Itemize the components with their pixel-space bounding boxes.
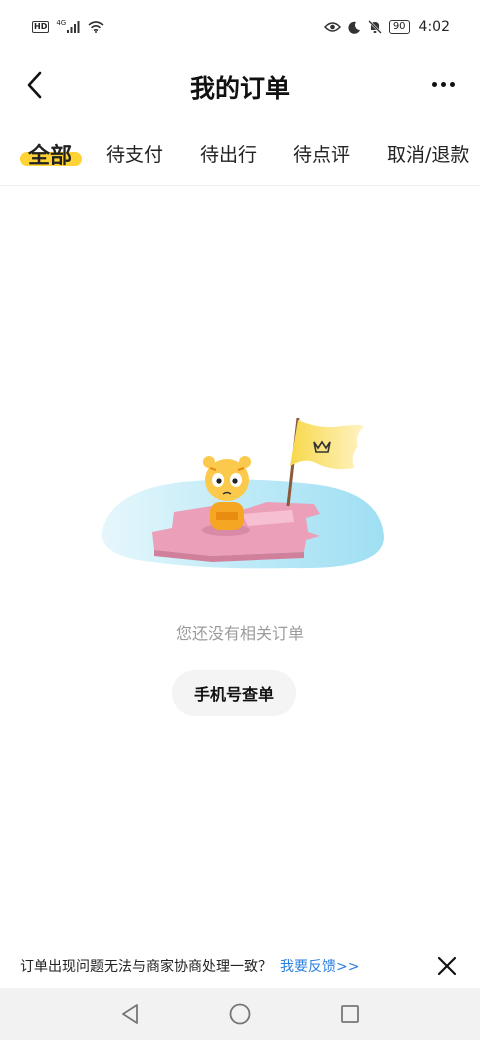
tab-pending-payment[interactable]: 待支付	[106, 140, 163, 167]
battery-icon: 90	[388, 20, 410, 34]
feedback-bar: 订单出现问题无法与商家协商处理一致？ 我要反馈>>	[0, 944, 480, 988]
more-button[interactable]	[426, 69, 460, 99]
status-bar: HD 4G 90 4:02	[0, 0, 480, 54]
moon-icon	[348, 21, 360, 34]
more-dot	[449, 81, 455, 87]
header: 我的订单	[0, 54, 480, 116]
close-feedback-button[interactable]	[436, 955, 458, 977]
hd-icon: HD	[32, 21, 50, 33]
network-label: 4G	[56, 19, 67, 27]
tab-pending-travel[interactable]: 待出行	[200, 140, 257, 167]
more-dot	[440, 81, 446, 87]
page-title: 我的订单	[189, 74, 290, 103]
tab-label: 待支付	[106, 144, 164, 166]
phone-query-button[interactable]: 手机号查单	[172, 670, 296, 716]
status-left: HD 4G	[32, 19, 104, 33]
feedback-text: 订单出现问题无法与商家协商处理一致？	[20, 959, 272, 975]
tab-label: 全部	[28, 144, 73, 169]
tab-cancel-refund[interactable]: 取消/退款	[387, 140, 469, 167]
signal-icon	[67, 21, 80, 33]
wifi-icon	[88, 21, 104, 33]
mute-bell-icon	[367, 20, 382, 34]
recents-square-icon	[341, 1005, 359, 1023]
back-triangle-icon	[122, 1004, 138, 1024]
tab-label: 取消/退款	[387, 144, 470, 166]
more-dots-icon	[431, 81, 437, 87]
nav-home-button[interactable]	[227, 1001, 253, 1027]
clock: 4:02	[418, 19, 450, 35]
eye-icon	[323, 22, 341, 32]
tab-label: 待出行	[200, 144, 258, 166]
status-right: 90 4:02	[323, 19, 450, 35]
close-icon	[437, 956, 457, 976]
nav-back-button[interactable]	[117, 1001, 143, 1027]
empty-orders-illustration	[101, 417, 385, 569]
tab-pending-review[interactable]: 待点评	[293, 140, 350, 167]
empty-state-message: 您还没有相关订单	[175, 624, 304, 643]
tab-label: 待点评	[293, 144, 351, 166]
order-tabs: 全部 待支付 待出行 待点评 取消/退款	[0, 130, 480, 186]
tab-all[interactable]: 全部	[28, 138, 72, 170]
home-circle-icon	[229, 1003, 251, 1025]
nav-recents-button[interactable]	[337, 1001, 363, 1027]
system-nav-bar	[0, 988, 480, 1040]
feedback-link[interactable]: 我要反馈>>	[280, 956, 359, 976]
